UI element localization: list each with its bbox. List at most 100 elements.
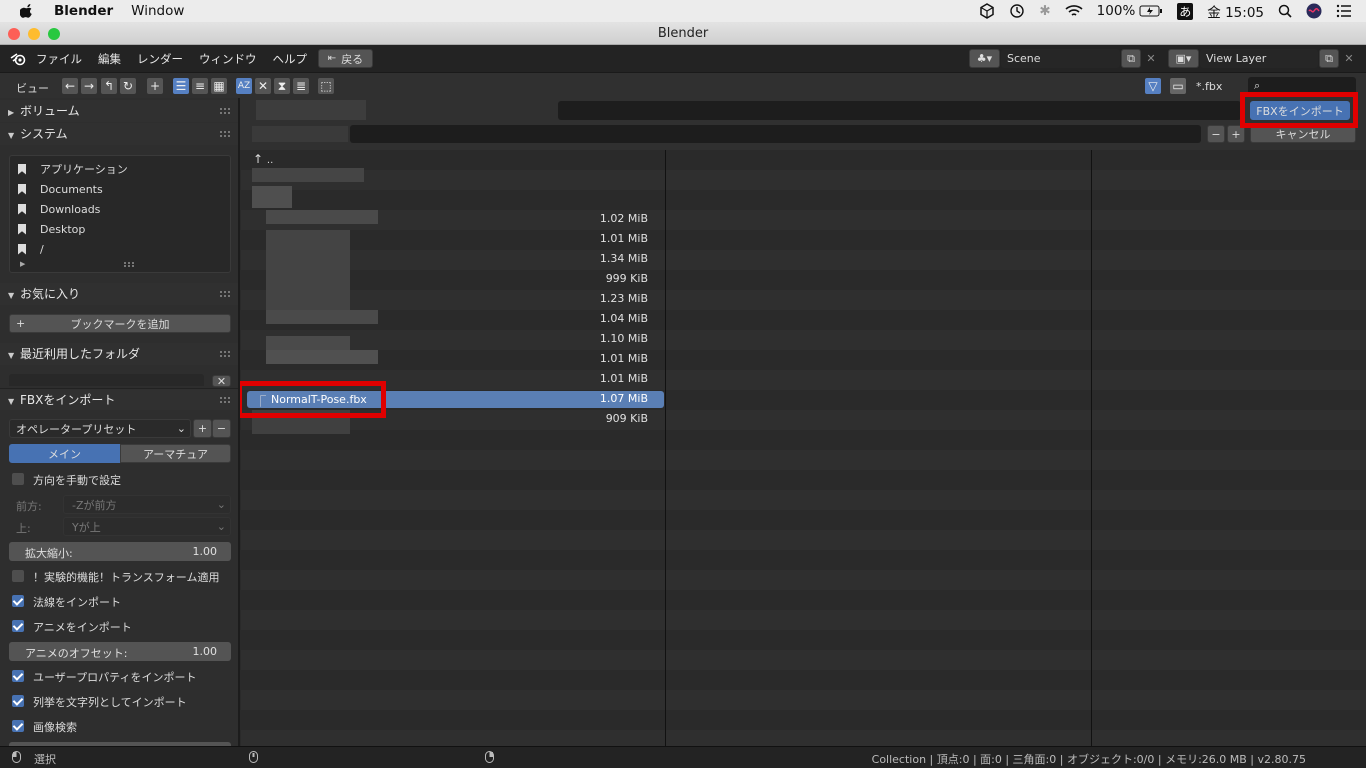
checkbox[interactable]: [12, 570, 24, 582]
checkbox[interactable]: [12, 595, 24, 607]
expand-list-icon[interactable]: ▶: [20, 260, 25, 268]
zoom-window-button[interactable]: [48, 28, 60, 40]
menu-window[interactable]: ウィンドウ: [199, 51, 257, 67]
menu-render[interactable]: レンダー: [137, 51, 183, 67]
scale-slider[interactable]: 拡大縮小: 1.00: [9, 542, 231, 561]
add-preset-button[interactable]: +: [193, 419, 212, 438]
checkbox[interactable]: [12, 720, 24, 732]
resize-grip-icon[interactable]: [124, 262, 134, 267]
filter-icon[interactable]: ▽: [1145, 78, 1161, 94]
siri-icon[interactable]: [1306, 3, 1322, 19]
add-bookmark-button[interactable]: + ブックマークを追加: [9, 314, 231, 333]
checkbox[interactable]: [12, 670, 24, 682]
import-anim-checkbox[interactable]: アニメをインポート: [9, 616, 231, 636]
forward-dropdown[interactable]: -Zが前方 ⌄: [63, 495, 231, 514]
blender-logo-icon[interactable]: [10, 52, 26, 66]
section-recent[interactable]: ▼ 最近利用したフォルダ: [0, 343, 238, 365]
drag-handle-icon[interactable]: [220, 131, 230, 137]
view-layer-browse-button[interactable]: ▣▾: [1168, 49, 1199, 68]
spotlight-icon[interactable]: [1278, 4, 1292, 18]
display-list-long-icon[interactable]: ≡: [192, 78, 208, 94]
apply-transform-checkbox[interactable]: ！実験的機能！トランスフォーム適用: [9, 566, 231, 586]
tab-main[interactable]: メイン: [9, 444, 120, 463]
section-fbx-import[interactable]: ▼ FBXをインポート: [0, 388, 238, 410]
menu-help[interactable]: ヘルプ: [273, 51, 308, 67]
window-menu[interactable]: Window: [131, 3, 184, 19]
time-machine-icon[interactable]: [1009, 3, 1025, 19]
new-scene-button[interactable]: ⧉: [1121, 49, 1141, 68]
remove-scene-icon[interactable]: ✕: [1143, 49, 1159, 68]
directory-path-field[interactable]: [558, 101, 1241, 120]
system-item-desktop[interactable]: Desktop: [18, 219, 85, 239]
decrement-filename-button[interactable]: −: [1207, 125, 1225, 143]
system-item-root[interactable]: /: [18, 239, 44, 259]
system-item-documents[interactable]: Documents: [18, 179, 103, 199]
clear-recent-button[interactable]: ✕: [212, 375, 231, 388]
view-menu[interactable]: ビュー: [16, 80, 49, 96]
refresh-icon[interactable]: ↻: [120, 78, 136, 94]
scene-field[interactable]: Scene: [1001, 49, 1120, 68]
sort-time-icon[interactable]: ⧗: [274, 78, 290, 94]
app-menu[interactable]: Blender: [54, 3, 113, 19]
sort-ext-icon[interactable]: ✕: [255, 78, 271, 94]
folder-icon[interactable]: ▭: [1170, 78, 1186, 94]
input-method[interactable]: あ: [1177, 2, 1194, 20]
minimize-window-button[interactable]: [28, 28, 40, 40]
system-item-applications[interactable]: アプリケーション: [18, 159, 128, 179]
menu-file[interactable]: ファイル: [36, 51, 82, 67]
wifi-icon[interactable]: [1065, 4, 1083, 18]
menu-edit[interactable]: 編集: [98, 51, 121, 67]
hidden-files-icon[interactable]: ⬚: [318, 78, 334, 94]
drag-handle-icon[interactable]: [220, 351, 230, 357]
checkbox[interactable]: [12, 473, 24, 485]
new-view-layer-button[interactable]: ⧉: [1319, 49, 1339, 68]
clock[interactable]: 金 15:05: [1207, 1, 1264, 21]
drag-handle-icon[interactable]: [220, 108, 230, 114]
anim-offset-slider[interactable]: アニメのオフセット: 1.00: [9, 642, 231, 661]
manual-orient-checkbox[interactable]: 方向を手動で設定: [9, 469, 231, 489]
mouse-right-icon: [485, 751, 494, 766]
section-volumes[interactable]: ▶ ボリューム: [0, 100, 238, 122]
remove-view-layer-icon[interactable]: ✕: [1341, 49, 1357, 68]
sort-alpha-icon[interactable]: AZ: [236, 78, 252, 94]
battery-icon[interactable]: [1139, 5, 1163, 17]
back-button[interactable]: ⇤ 戻る: [318, 49, 373, 68]
filename-field[interactable]: [350, 125, 1201, 143]
scene-browse-button[interactable]: ♣▾: [969, 49, 1000, 68]
parent-dir-row[interactable]: ↑ ..: [253, 152, 273, 166]
display-list-short-icon[interactable]: ☰: [173, 78, 189, 94]
remove-preset-button[interactable]: −: [212, 419, 231, 438]
mouse-middle-icon: [249, 751, 258, 766]
tab-armature[interactable]: アーマチュア: [120, 444, 231, 463]
arrow-left-icon[interactable]: ←: [62, 78, 78, 94]
unity-icon[interactable]: [979, 3, 995, 19]
notification-center-icon[interactable]: [1336, 4, 1352, 18]
up-dropdown[interactable]: Yが上 ⌄: [63, 517, 231, 536]
row-stripe: [241, 490, 1366, 510]
file-size: 1.34 MiB: [599, 252, 648, 265]
drag-handle-icon[interactable]: [220, 291, 230, 297]
checkbox[interactable]: [12, 695, 24, 707]
section-system[interactable]: ▼ システム: [0, 123, 238, 145]
sidebar-divider[interactable]: [238, 98, 240, 746]
import-normals-checkbox[interactable]: 法線をインポート: [9, 591, 231, 611]
view-layer-field[interactable]: View Layer: [1200, 49, 1318, 68]
apple-icon[interactable]: [20, 4, 34, 18]
drag-handle-icon[interactable]: [220, 397, 230, 403]
import-user-props-checkbox[interactable]: ユーザープロパティをインポート: [9, 666, 231, 686]
image-search-checkbox[interactable]: 画像検索: [9, 716, 231, 736]
new-folder-icon[interactable]: +: [147, 78, 163, 94]
checkbox[interactable]: [12, 620, 24, 632]
enum-as-string-checkbox[interactable]: 列挙を文字列としてインポート: [9, 691, 231, 711]
display-thumbnails-icon[interactable]: ▦: [211, 78, 227, 94]
row-stripe: [241, 370, 1366, 390]
arrow-right-icon[interactable]: →: [81, 78, 97, 94]
system-item-downloads[interactable]: Downloads: [18, 199, 100, 219]
parent-dir-icon[interactable]: ↰: [101, 78, 117, 94]
filter-glob[interactable]: *.fbx: [1196, 80, 1222, 93]
sort-size-icon[interactable]: ≣: [293, 78, 309, 94]
operator-preset-dropdown[interactable]: オペレータープリセット ⌄: [9, 419, 191, 438]
section-favorites[interactable]: ▼ お気に入り: [0, 283, 238, 305]
close-window-button[interactable]: [8, 28, 20, 40]
bluetooth-icon[interactable]: ✱: [1039, 3, 1050, 19]
